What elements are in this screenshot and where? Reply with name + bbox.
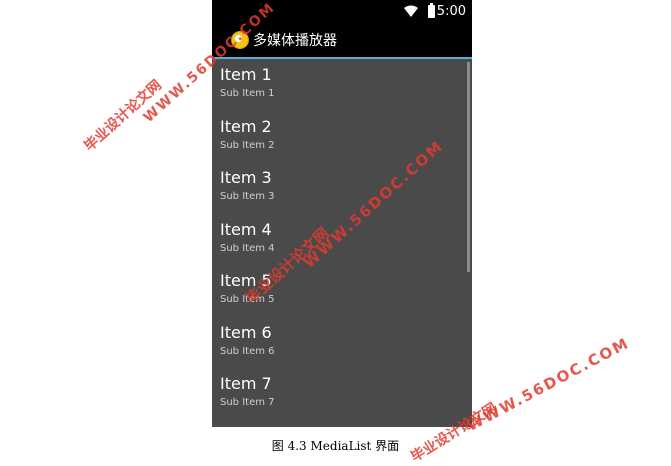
list-item[interactable]: Item 5 Sub Item 5 [212,265,472,317]
watermark-url: WWW.56DOC.COM [463,333,633,435]
item-subtitle: Sub Item 3 [220,191,275,202]
app-icon[interactable] [231,31,249,49]
list-item[interactable]: Item 6 Sub Item 6 [212,317,472,369]
item-title: Item 3 [220,168,272,187]
app-title: 多媒体播放器 [253,33,337,49]
battery-icon [428,3,435,18]
item-subtitle: Sub Item 1 [220,88,275,99]
list-item[interactable]: Item 3 Sub Item 3 [212,162,472,214]
item-subtitle: Sub Item 2 [220,139,275,151]
list-item[interactable]: Item 7 Sub Item 7 [212,368,472,420]
item-title: Item 2 [220,116,272,136]
item-title: Item 6 [220,322,272,342]
item-subtitle: Sub Item 5 [220,294,275,305]
item-subtitle: Sub Item 7 [220,397,275,408]
wifi-icon [404,5,418,17]
item-subtitle: Sub Item 4 [220,242,275,254]
list-item[interactable]: Item 4 Sub Item 4 [212,214,472,266]
status-time: 5:00 [436,4,466,19]
list-item[interactable]: Item 1 Sub Item 1 [212,59,472,111]
media-list: Item 1 Sub Item 1 Item 2 Sub Item 2 Item… [212,59,472,420]
item-title: Item 7 [220,374,272,393]
list-item[interactable]: Item 2 Sub Item 2 [212,111,472,163]
item-title: Item 5 [220,271,272,290]
item-title: Item 1 [220,65,272,84]
status-bar: 5:00 [212,0,472,24]
item-subtitle: Sub Item 6 [220,345,275,357]
watermark-cn: 毕业设计论文网 [81,77,165,155]
item-title: Item 4 [220,219,272,239]
action-bar: 多媒体播放器 [212,24,472,57]
phone-screen: 5:00 多媒体播放器 Item 1 Sub Item 1 Item 2 Sub… [212,0,472,427]
list-scrollbar[interactable] [467,62,470,272]
figure-caption: 图 4.3 MediaList 界面 [271,439,400,453]
